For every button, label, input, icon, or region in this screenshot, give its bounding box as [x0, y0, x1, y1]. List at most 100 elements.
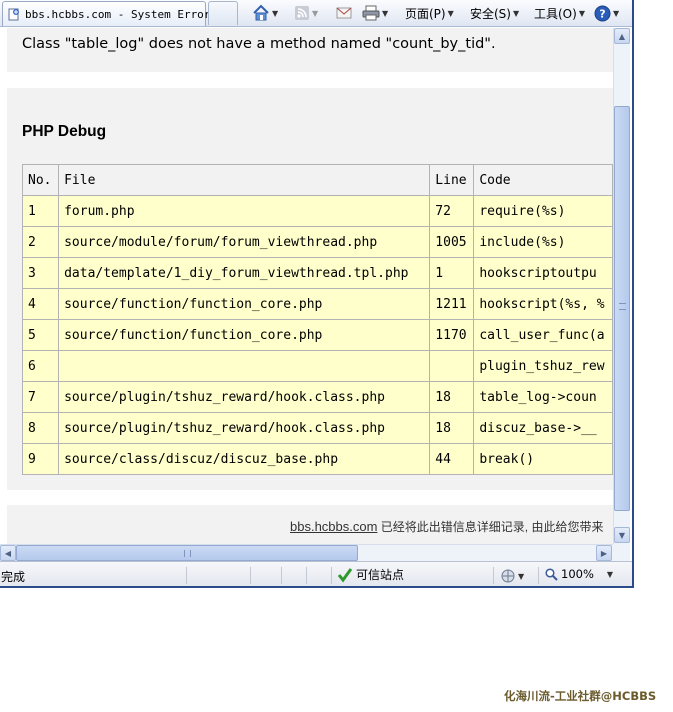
help-button[interactable]: ? ▼: [594, 3, 619, 23]
row-number: 4: [21, 288, 60, 320]
horizontal-scrollbar[interactable]: ◀ ▶: [0, 544, 613, 561]
row-number: 6: [21, 350, 60, 382]
chevron-down-icon: ▼: [606, 569, 614, 579]
row-line: 1211: [429, 288, 475, 320]
mail-icon: [336, 7, 352, 19]
row-number: 1: [21, 195, 60, 227]
row-line: 1: [429, 257, 475, 289]
debug-title: PHP Debug: [22, 123, 107, 140]
printer-icon: [362, 5, 380, 21]
rss-icon: [295, 6, 309, 20]
row-line: 44: [429, 443, 475, 475]
row-file: source/class/discuz/discuz_base.php: [58, 443, 431, 475]
new-tab-button[interactable]: [208, 1, 238, 25]
active-tab[interactable]: bbs.hcbbs.com - System Error: [2, 1, 210, 26]
help-icon: ?: [594, 5, 611, 21]
chevron-down-icon: ▼: [578, 8, 585, 18]
scroll-right-button[interactable]: ▶: [596, 545, 612, 561]
debug-table: No. File Line Code 1 forum.php 72 requir…: [21, 164, 613, 475]
chevron-down-icon: ▼: [272, 8, 279, 18]
tools-menu-label: 工具(O): [534, 6, 577, 21]
row-line: 18: [429, 381, 475, 413]
row-number: 5: [21, 319, 60, 351]
print-button[interactable]: ▼: [362, 3, 388, 23]
scrollbar-corner: [613, 544, 630, 561]
table-row: 4 source/function/function_core.php 1211…: [21, 288, 613, 320]
table-row: 6 plugin_tshuz_rew: [21, 350, 613, 382]
row-code: table_log->coun: [473, 381, 613, 413]
grip-icon: [619, 303, 626, 310]
zoom-control[interactable]: 100% ▼: [545, 567, 613, 581]
column-header: Line: [429, 164, 475, 196]
scroll-left-button[interactable]: ◀: [0, 545, 16, 561]
grip-icon: [184, 550, 191, 557]
row-line: 1170: [429, 319, 475, 351]
row-number: 7: [21, 381, 60, 413]
row-number: 3: [21, 257, 60, 289]
row-file: data/template/1_diy_forum_viewthread.tpl…: [58, 257, 431, 289]
horizontal-scroll-thumb[interactable]: [16, 545, 358, 561]
site-link[interactable]: bbs.hcbbs.com: [290, 519, 377, 534]
checkmark-icon: [337, 567, 353, 582]
status-divider: [306, 567, 307, 584]
browser-window: bbs.hcbbs.com - System Error ▼ ▼ ▼ 页面(P)…: [0, 0, 634, 588]
row-code: require(%s): [473, 195, 613, 227]
safety-menu-label: 安全(S): [470, 6, 511, 21]
row-code: discuz_base->__: [473, 412, 613, 444]
row-number: 8: [21, 412, 60, 444]
chevron-down-icon: ▼: [447, 8, 454, 18]
protected-mode-button[interactable]: ▼: [500, 566, 524, 586]
status-divider: [186, 567, 187, 584]
row-code: hookscriptoutpu: [473, 257, 613, 289]
row-code: include(%s): [473, 226, 613, 258]
tab-title: bbs.hcbbs.com - System Error: [25, 8, 211, 21]
status-divider: [331, 567, 332, 584]
scroll-down-button[interactable]: ▼: [614, 527, 630, 543]
debug-panel: PHP Debug No. File Line Code 1 forum.php…: [7, 88, 613, 490]
tools-menu[interactable]: 工具(O) ▼: [534, 3, 585, 23]
page-icon: [8, 8, 19, 21]
browser-toolbar: bbs.hcbbs.com - System Error ▼ ▼ ▼ 页面(P)…: [0, 0, 632, 27]
feeds-button[interactable]: ▼: [294, 3, 318, 23]
row-file: source/plugin/tshuz_reward/hook.class.ph…: [58, 412, 431, 444]
safety-menu[interactable]: 安全(S) ▼: [470, 3, 519, 23]
row-code: hookscript(%s, %: [473, 288, 613, 320]
home-icon: [253, 4, 269, 21]
security-zone[interactable]: 可信站点: [337, 566, 404, 583]
table-row: 1 forum.php 72 require(%s): [21, 195, 613, 227]
table-row: 5 source/function/function_core.php 1170…: [21, 319, 613, 351]
page-content: Class "table_log" does not have a method…: [0, 28, 613, 544]
row-number: 2: [21, 226, 60, 258]
mail-button[interactable]: [336, 3, 352, 23]
chevron-down-icon: ▼: [613, 8, 620, 18]
vertical-scroll-thumb[interactable]: [614, 106, 630, 511]
row-code: call_user_func(a: [473, 319, 613, 351]
zone-label: 可信站点: [356, 568, 405, 582]
magnifier-icon: [545, 567, 558, 581]
footer-text: bbs.hcbbs.com 已经将此出错信息详细记录, 由此给您带来: [290, 518, 603, 535]
column-header: Code: [473, 164, 613, 196]
error-box: Class "table_log" does not have a method…: [7, 28, 613, 72]
table-row: 3 data/template/1_diy_forum_viewthread.t…: [21, 257, 613, 289]
status-divider: [281, 567, 282, 584]
row-line: 72: [429, 195, 475, 227]
row-file: source/plugin/tshuz_reward/hook.class.ph…: [58, 381, 431, 413]
row-code: plugin_tshuz_rew: [473, 350, 613, 382]
column-header: No.: [21, 164, 60, 196]
row-file: forum.php: [58, 195, 431, 227]
row-line: 1005: [429, 226, 475, 258]
status-divider: [250, 567, 251, 584]
column-header: File: [58, 164, 431, 196]
watermark: 化海川流-工业社群@HCBBS: [504, 689, 657, 703]
status-divider: [538, 567, 539, 584]
status-text: 完成: [1, 570, 26, 584]
error-message: Class "table_log" does not have a method…: [22, 36, 496, 52]
status-bar: 完成 可信站点 ▼ 100% ▼: [0, 561, 632, 586]
globe-icon: [501, 569, 515, 583]
home-button[interactable]: ▼: [252, 3, 278, 23]
zoom-value: 100%: [561, 567, 594, 581]
page-menu[interactable]: 页面(P) ▼: [405, 3, 454, 23]
scroll-up-button[interactable]: ▲: [614, 28, 630, 44]
vertical-scrollbar[interactable]: ▲ ▼: [613, 28, 630, 544]
row-file: source/function/function_core.php: [58, 288, 431, 320]
